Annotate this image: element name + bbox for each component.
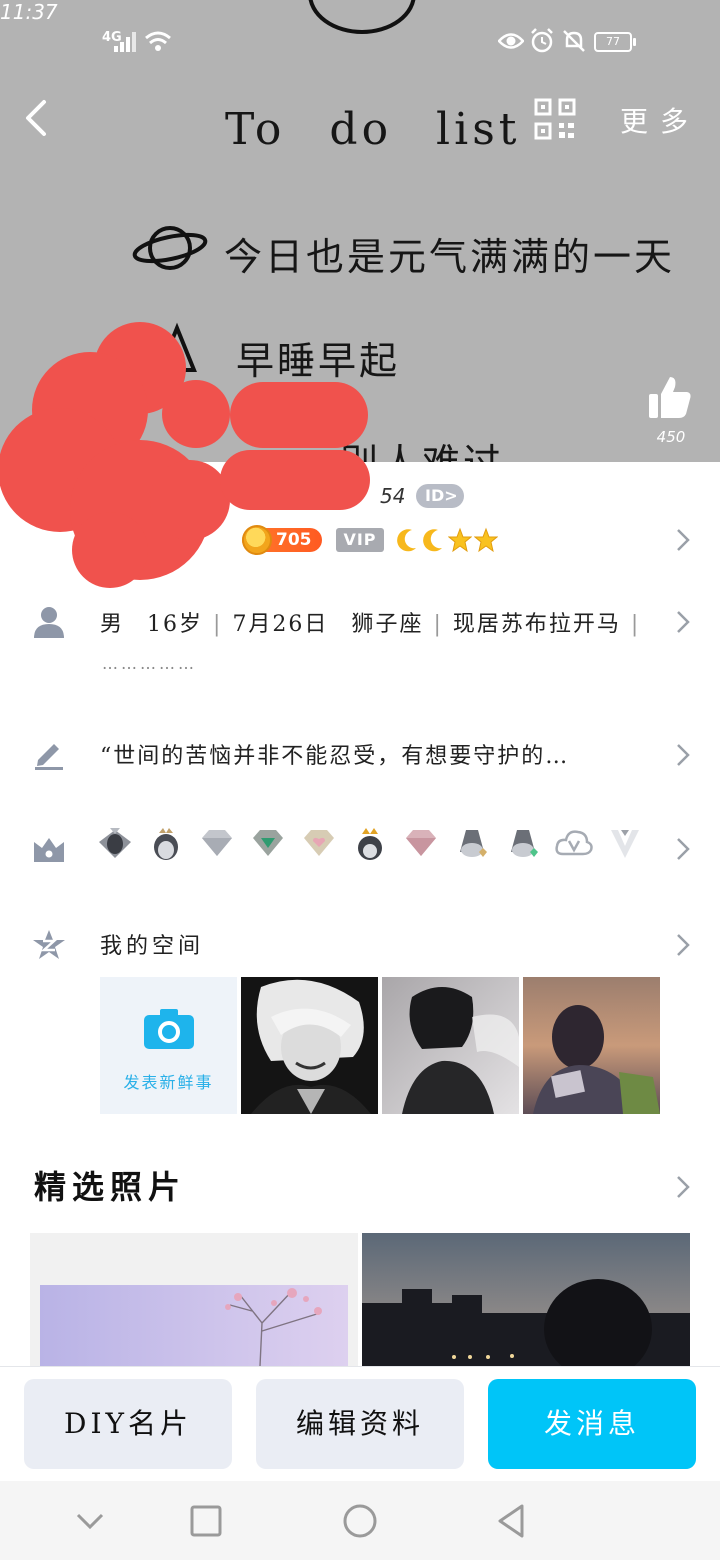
crown-icon	[34, 838, 64, 862]
star-icon	[448, 527, 472, 553]
chevron-right-icon[interactable]	[674, 932, 692, 958]
sunset-portrait-photo[interactable]	[523, 977, 660, 1114]
penguin-gem-icon	[460, 830, 487, 857]
badge-list[interactable]	[96, 824, 644, 862]
basic-info-more: ……………	[102, 654, 197, 673]
penguin-crown-icon	[154, 828, 178, 860]
chevron-right-icon[interactable]	[674, 609, 692, 635]
penguin-green-gem-icon	[511, 830, 538, 857]
chevron-right-icon[interactable]	[674, 527, 692, 553]
back-button[interactable]	[18, 96, 58, 140]
post-new-label: 发表新鲜事	[123, 1073, 214, 1092]
system-nav-bar	[0, 1481, 720, 1560]
like-button[interactable]	[646, 374, 694, 422]
send-message-button[interactable]: 发消息	[488, 1379, 696, 1469]
camera-icon	[144, 1009, 194, 1049]
featured-title[interactable]: 精选照片	[34, 1162, 186, 1208]
star-icon	[474, 527, 498, 553]
chevron-down-icon[interactable]	[70, 1501, 110, 1541]
action-bar: DIY名片 编辑资料 发消息	[0, 1366, 720, 1481]
signature[interactable]: “世间的苦恼并非不能忍受，有想要守护的…	[100, 738, 569, 770]
recents-square-icon[interactable]	[186, 1501, 226, 1541]
clock: 11:37	[0, 0, 58, 24]
redaction-scribble	[0, 322, 370, 588]
chevron-left-icon	[26, 100, 46, 136]
eye-icon	[498, 33, 524, 49]
penguin-gold-crown-icon	[358, 828, 382, 860]
todo-title: To do list	[225, 104, 521, 155]
penguin-shield-icon	[99, 828, 131, 858]
coin-icon	[242, 525, 272, 555]
status-bar: 4G 77 11:37	[0, 0, 720, 80]
wifi-icon	[145, 31, 171, 51]
cloud-v-icon	[555, 830, 593, 856]
id-badge[interactable]: ID>	[416, 484, 464, 508]
heart-diamond-icon	[304, 830, 334, 856]
diamond-icon	[202, 830, 232, 856]
basic-info[interactable]: 男 16岁 | 7月26日 狮子座 | 现居苏布拉开马 |	[100, 606, 650, 638]
chevron-right-icon[interactable]	[674, 1174, 692, 1200]
battery-icon: 77	[594, 32, 636, 52]
coin-badge[interactable]: 705	[242, 525, 322, 555]
space-title[interactable]: 我的空间	[100, 928, 204, 960]
more-button[interactable]: 更多	[620, 100, 700, 140]
edit-icon	[35, 744, 63, 770]
anime-portrait-photo[interactable]	[241, 977, 378, 1114]
dark-portrait-photo[interactable]	[382, 977, 519, 1114]
post-new-button[interactable]: 发表新鲜事	[100, 977, 237, 1114]
person-icon	[34, 607, 64, 638]
night-silhouette-photo[interactable]	[362, 1233, 690, 1366]
alarm-icon	[531, 28, 553, 53]
diy-card-button[interactable]: DIY名片	[24, 1379, 232, 1469]
gender: 男	[100, 612, 125, 637]
zodiac: 狮子座	[351, 612, 424, 637]
birthday: 7月26日	[232, 612, 329, 637]
thumbs-up-icon	[649, 377, 691, 418]
bell-muted-icon	[563, 30, 585, 52]
moon-icon	[397, 529, 416, 552]
chevron-right-icon[interactable]	[674, 742, 692, 768]
pink-diamond-icon	[406, 830, 436, 856]
blossom-tree-photo[interactable]	[30, 1233, 358, 1366]
age: 16岁	[147, 612, 204, 637]
location: 现居苏布拉开马	[452, 612, 621, 637]
qzone-star-icon	[33, 930, 65, 959]
moon-icon	[423, 529, 442, 552]
vip-badge[interactable]: VIP	[336, 528, 384, 552]
coin-count: 705	[276, 530, 312, 550]
edit-profile-button[interactable]: 编辑资料	[256, 1379, 464, 1469]
level-icons[interactable]	[396, 526, 498, 554]
back-triangle-icon[interactable]	[492, 1501, 532, 1541]
green-diamond-icon	[253, 830, 283, 856]
chevron-right-icon[interactable]	[674, 836, 692, 862]
home-circle-icon[interactable]	[340, 1501, 380, 1541]
qr-code-button[interactable]	[534, 98, 576, 140]
signal-icon	[114, 32, 136, 52]
uid-tail: 54	[380, 484, 406, 508]
v-icon	[611, 830, 639, 858]
todo-line-1: 今日也是元气满满的一天	[224, 235, 676, 279]
planet-doodle-icon	[132, 226, 208, 270]
like-count: 450	[656, 428, 686, 446]
